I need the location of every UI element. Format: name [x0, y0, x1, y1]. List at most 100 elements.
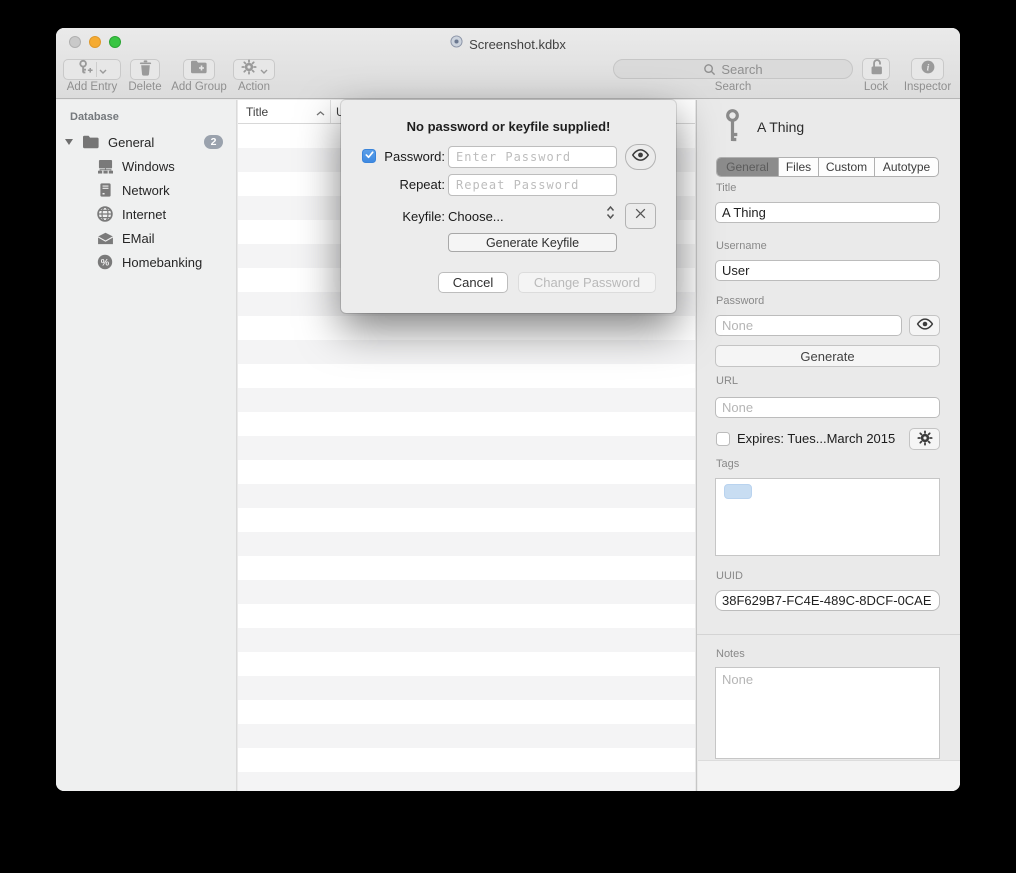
chevron-down-icon [99, 61, 107, 79]
title-field[interactable] [715, 202, 940, 223]
inspector-footer [698, 760, 960, 791]
stepper-chevrons-icon[interactable] [606, 205, 615, 225]
server-icon [96, 182, 114, 198]
notes-label: Notes [716, 648, 745, 660]
add-entry-button[interactable] [63, 59, 121, 80]
enter-password-field[interactable] [448, 146, 617, 168]
split-divider [96, 62, 97, 77]
sidebar-item-label: Homebanking [122, 255, 202, 270]
password-label: Password: [341, 149, 445, 164]
clear-keyfile-button[interactable] [625, 203, 656, 229]
change-password-button[interactable]: Change Password [518, 272, 656, 293]
folder-icon [82, 135, 100, 149]
key-icon [725, 109, 740, 148]
url-field[interactable] [715, 397, 940, 418]
sidebar-item-label: EMail [122, 231, 155, 246]
add-group-label: Add Group [166, 81, 232, 93]
inspector-panel: A Thing General Files Custom Autotype Ti… [696, 100, 960, 791]
sidebar-item-homebanking[interactable]: % Homebanking [56, 250, 236, 274]
keyfile-label: Keyfile: [341, 209, 445, 224]
group-sidebar: Database General 2 Windows Network [56, 100, 237, 791]
percent-icon: % [96, 254, 114, 270]
entry-title: A Thing [757, 119, 804, 135]
sidebar-item-label: Internet [122, 207, 166, 222]
inspector-button[interactable]: i [911, 58, 944, 80]
info-icon: i [920, 59, 936, 80]
repeat-label: Repeat: [341, 177, 445, 192]
delete-button[interactable] [130, 59, 160, 80]
username-field-label: Username [716, 240, 767, 252]
cancel-button[interactable]: Cancel [438, 272, 508, 293]
window-title: Screenshot.kdbx [469, 37, 566, 52]
add-group-button[interactable] [183, 59, 215, 80]
trash-icon [138, 59, 153, 81]
sidebar-item-general[interactable]: General 2 [56, 130, 236, 154]
password-field[interactable] [715, 315, 902, 336]
lock-button[interactable] [862, 58, 890, 80]
lock-label: Lock [852, 81, 900, 93]
svg-text:%: % [101, 257, 110, 268]
macpass-window: Screenshot.kdbx Add Entry Delete Add [56, 28, 960, 791]
x-icon [634, 207, 647, 225]
sidebar-item-label: Network [122, 183, 170, 198]
entry-count-badge: 2 [204, 135, 223, 149]
inspector-tabs: General Files Custom Autotype [716, 157, 939, 177]
password-field-label: Password [716, 295, 764, 307]
reveal-password-button[interactable] [909, 315, 940, 336]
search-label: Search [613, 81, 853, 93]
folder-plus-icon [190, 60, 208, 79]
key-plus-icon [77, 59, 94, 80]
envelope-icon [96, 232, 114, 245]
disclosure-triangle-icon[interactable] [65, 139, 73, 145]
tab-general[interactable]: General [717, 158, 779, 176]
expires-settings-button[interactable] [909, 428, 940, 450]
tags-field[interactable] [715, 478, 940, 556]
gear-icon [241, 59, 257, 80]
lock-open-icon [868, 58, 885, 81]
sidebar-item-windows[interactable]: Windows [56, 154, 236, 178]
gear-icon [917, 430, 933, 449]
uuid-field[interactable] [715, 590, 940, 611]
username-field[interactable] [715, 260, 940, 281]
generate-password-button[interactable]: Generate [715, 345, 940, 367]
inspector-label: Inspector [901, 81, 954, 93]
document-icon [450, 35, 463, 53]
eye-icon [631, 148, 650, 166]
dialog-message: No password or keyfile supplied! [341, 119, 676, 134]
tab-autotype[interactable]: Autotype [875, 158, 938, 176]
reveal-password-button[interactable] [625, 144, 656, 170]
tab-custom[interactable]: Custom [819, 158, 875, 176]
windows-icon [96, 159, 114, 174]
keyfile-popup[interactable]: Choose... [448, 209, 504, 224]
titlebar[interactable]: Screenshot.kdbx Add Entry Delete Add [56, 28, 960, 99]
sidebar-item-internet[interactable]: Internet [56, 202, 236, 226]
eye-icon [916, 318, 934, 333]
column-header-title[interactable]: Title [238, 100, 331, 123]
repeat-password-field[interactable] [448, 174, 617, 196]
tag-chip[interactable] [724, 484, 752, 499]
sort-ascending-icon [316, 105, 325, 119]
action-label: Action [233, 81, 275, 93]
tags-label: Tags [716, 458, 739, 470]
sidebar-item-email[interactable]: EMail [56, 226, 236, 250]
search-input[interactable]: Search [613, 59, 853, 79]
generate-keyfile-button[interactable]: Generate Keyfile [448, 233, 617, 252]
uuid-label: UUID [716, 570, 743, 582]
action-button[interactable] [233, 59, 275, 80]
title-field-label: Title [716, 182, 736, 194]
change-password-dialog: No password or keyfile supplied! Passwor… [341, 100, 676, 313]
sidebar-item-label: Windows [122, 159, 175, 174]
globe-icon [96, 206, 114, 222]
sidebar-section-header: Database [70, 111, 236, 123]
notes-field[interactable] [715, 667, 940, 759]
svg-text:i: i [926, 62, 929, 73]
expires-checkbox[interactable] [716, 432, 730, 446]
sidebar-item-network[interactable]: Network [56, 178, 236, 202]
sidebar-item-label: General [108, 135, 154, 150]
chevron-down-icon [260, 61, 268, 79]
expires-label: Expires: Tues...March 2015 [737, 431, 895, 446]
tab-files[interactable]: Files [779, 158, 819, 176]
section-divider [697, 634, 960, 635]
search-placeholder: Search [721, 62, 762, 77]
search-icon [703, 63, 716, 76]
